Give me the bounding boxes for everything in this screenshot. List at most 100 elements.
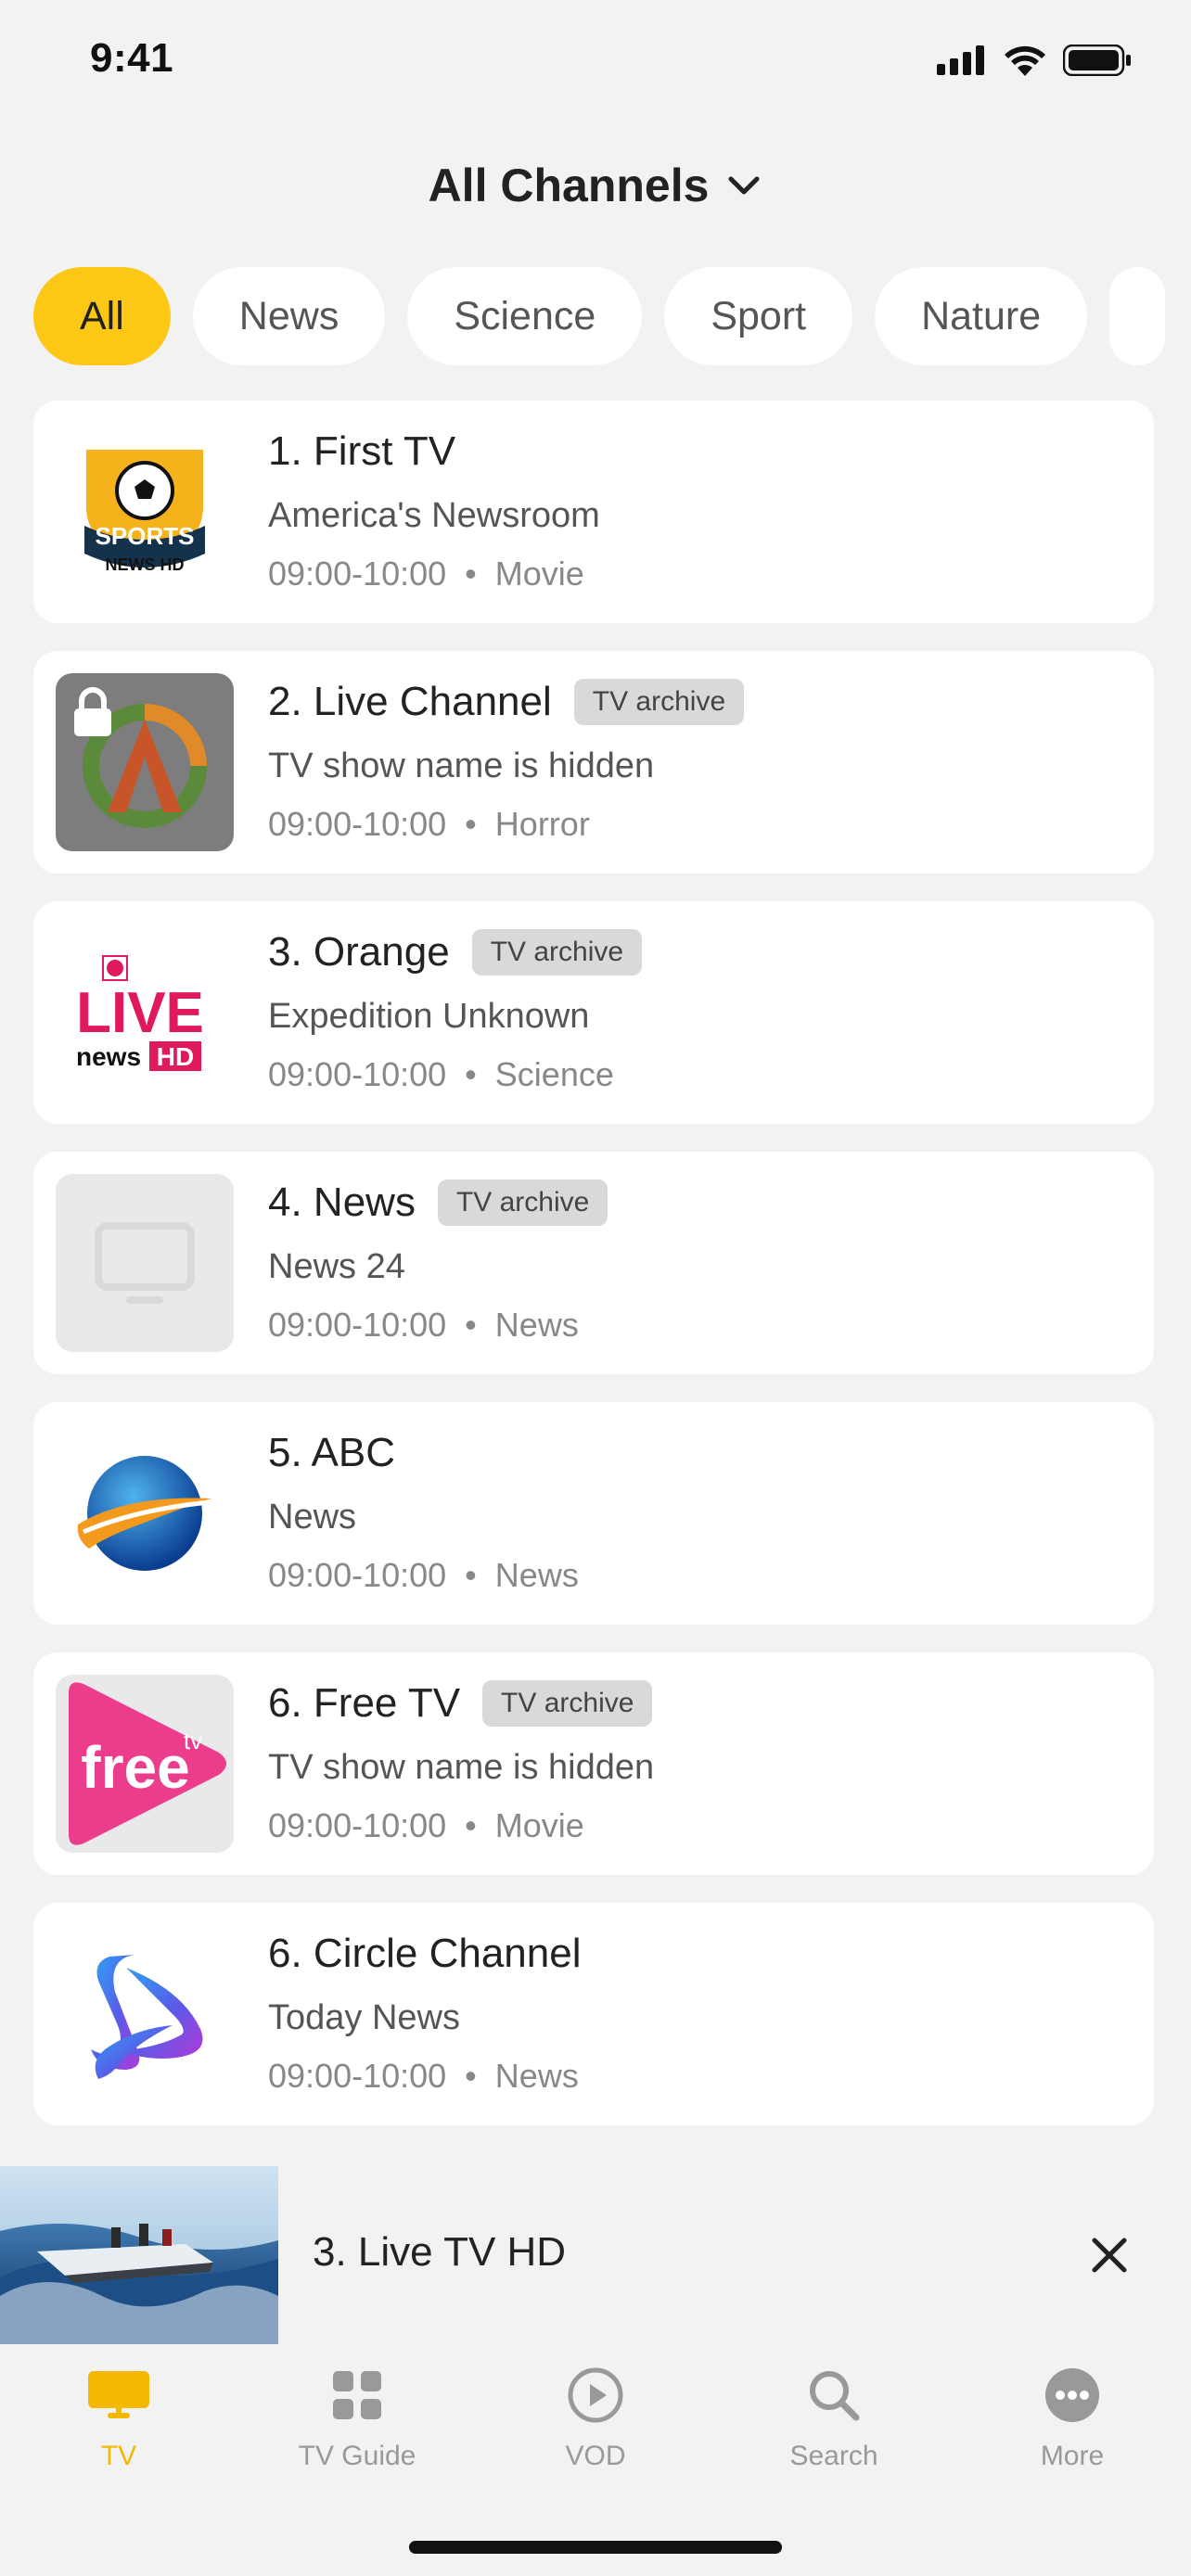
logo-text-hd: HD: [157, 1042, 194, 1071]
channel-genre: Movie: [494, 1806, 584, 1844]
home-indicator: [409, 2541, 782, 2554]
channel-title-row: 6. Free TV TV archive: [268, 1680, 653, 1727]
channel-title: 2. Live Channel: [268, 679, 552, 724]
globe-logo: [56, 1424, 234, 1602]
channel-genre: Movie: [494, 555, 584, 593]
channel-time: 09:00-10:00: [268, 1806, 447, 1844]
channel-card[interactable]: SPORTS NEWS HD 1. First TV America's New…: [33, 401, 1154, 623]
tab-label: VOD: [565, 2441, 626, 2471]
channel-meta: 09:00-10:00 • News: [268, 2057, 579, 2095]
channel-card[interactable]: 6. Circle Channel Today News 09:00-10:00…: [33, 1903, 1154, 2125]
filter-chip-news[interactable]: News: [192, 267, 386, 365]
page-title: All Channels: [428, 159, 710, 211]
channel-title-row: 2. Live Channel TV archive: [268, 679, 745, 725]
tv-archive-badge: TV archive: [573, 679, 745, 725]
channel-meta: 09:00-10:00 • News: [268, 1556, 579, 1594]
channel-title: 5. ABC: [268, 1430, 395, 1475]
mini-player-title: 3. Live TV HD: [313, 2229, 567, 2275]
grid-icon: [333, 2371, 381, 2419]
status-time: 9:41: [90, 35, 174, 81]
channel-show: TV show name is hidden: [268, 746, 655, 785]
channel-genre: Science: [494, 1055, 614, 1093]
channel-show: News: [268, 1498, 357, 1537]
channel-card[interactable]: LIVE news HD 3. Orange TV archive Expedi…: [33, 901, 1154, 1124]
channel-time: 09:00-10:00: [268, 1055, 447, 1093]
filter-chip-science[interactable]: Science: [407, 267, 643, 365]
channel-title: 4. News: [268, 1180, 416, 1225]
channels-dropdown[interactable]: All Channels: [0, 148, 1191, 223]
tab-label: TV Guide: [298, 2441, 416, 2471]
channel-time: 09:00-10:00: [268, 1306, 447, 1344]
search-icon: [810, 2371, 860, 2421]
filter-chip-all[interactable]: All: [33, 267, 171, 365]
channel-genre: News: [494, 1556, 579, 1594]
close-icon: [1092, 2238, 1127, 2273]
tv-placeholder-icon: [56, 1174, 234, 1352]
locked-channel-logo: [56, 673, 234, 851]
live-news-hd-logo: LIVE news HD: [56, 924, 234, 1102]
free-tv-logo: free tv: [56, 1675, 234, 1853]
channel-title-row: 3. Orange TV archive: [268, 929, 643, 976]
filter-chip-more[interactable]: [1109, 267, 1166, 365]
channel-meta: 09:00-10:00 • Science: [268, 1055, 614, 1093]
more-icon: [1045, 2368, 1099, 2422]
tab-tv-guide[interactable]: TV Guide: [238, 2363, 476, 2493]
status-icons: [937, 45, 1132, 76]
logo-text-sports: SPORTS: [96, 522, 195, 550]
status-bar: 9:41: [0, 0, 1191, 125]
logo-text-news: news: [76, 1042, 141, 1071]
tab-tv[interactable]: TV: [0, 2363, 237, 2493]
channel-meta: 09:00-10:00 • Movie: [268, 1806, 584, 1844]
cellular-signal-icon: [937, 45, 984, 75]
tab-label: Search: [789, 2441, 878, 2471]
channel-list: SPORTS NEWS HD 1. First TV America's New…: [33, 401, 1154, 2153]
logo-text-news-hd: NEWS HD: [106, 555, 185, 574]
channel-title-row: 4. News TV archive: [268, 1180, 608, 1226]
channel-meta: 09:00-10:00 • Movie: [268, 555, 584, 593]
channel-title: 1. First TV: [268, 428, 456, 474]
mini-player[interactable]: 3. Live TV HD: [0, 2166, 1191, 2344]
channel-card[interactable]: 2. Live Channel TV archive TV show name …: [33, 651, 1154, 874]
channel-time: 09:00-10:00: [268, 1556, 447, 1594]
tv-icon: [88, 2371, 149, 2418]
channel-genre: News: [494, 2057, 579, 2095]
channel-show: Expedition Unknown: [268, 997, 590, 1036]
channel-show: Today News: [268, 1998, 460, 2037]
tab-search[interactable]: Search: [715, 2363, 953, 2493]
lock-icon: [74, 687, 111, 736]
logo-text-live: LIVE: [76, 981, 204, 1045]
channel-card[interactable]: 5. ABC News 09:00-10:00 • News: [33, 1402, 1154, 1625]
logo-text-tv: tv: [184, 1727, 202, 1754]
battery-icon: [1063, 45, 1131, 76]
play-circle-icon: [568, 2367, 623, 2423]
category-filter-bar: All News Science Sport Nature: [33, 267, 1191, 367]
channel-time: 09:00-10:00: [268, 805, 447, 843]
channel-card[interactable]: free tv 6. Free TV TV archive TV show na…: [33, 1652, 1154, 1875]
logo-text-free: free: [81, 1734, 189, 1801]
chevron-down-icon: [728, 176, 760, 195]
channel-title: 6. Circle Channel: [268, 1931, 582, 1976]
channel-title-row: 6. Circle Channel: [268, 1931, 582, 1977]
channel-title: 6. Free TV: [268, 1680, 461, 1726]
channel-meta: 09:00-10:00 • Horror: [268, 805, 590, 843]
channel-show: America's Newsroom: [268, 496, 600, 535]
channel-meta: 09:00-10:00 • News: [268, 1306, 579, 1344]
tv-archive-badge: TV archive: [437, 1180, 608, 1226]
tv-archive-badge: TV archive: [471, 929, 643, 976]
channel-card[interactable]: 4. News TV archive News 24 09:00-10:00 •…: [33, 1152, 1154, 1374]
tab-vod[interactable]: VOD: [477, 2363, 714, 2493]
channel-genre: Horror: [494, 805, 590, 843]
tab-label: More: [1040, 2441, 1105, 2471]
mini-player-thumbnail[interactable]: [0, 2166, 278, 2344]
wifi-icon: [1005, 45, 1045, 76]
close-button[interactable]: [1072, 2218, 1146, 2292]
tab-more[interactable]: More: [954, 2363, 1191, 2493]
circle-channel-logo: [56, 1925, 234, 2103]
filter-chip-sport[interactable]: Sport: [664, 267, 853, 365]
channel-show: TV show name is hidden: [268, 1748, 655, 1787]
tab-label: TV: [100, 2441, 137, 2471]
channel-time: 09:00-10:00: [268, 2057, 447, 2095]
channel-title: 3. Orange: [268, 929, 450, 975]
filter-chip-nature[interactable]: Nature: [875, 267, 1088, 365]
channel-title-row: 5. ABC: [268, 1430, 395, 1476]
